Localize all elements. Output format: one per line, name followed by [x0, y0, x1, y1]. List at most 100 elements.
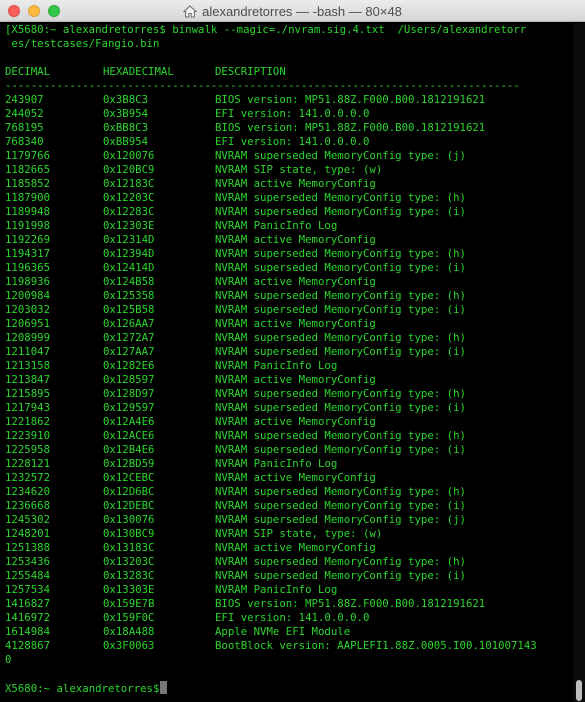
hex-cell: 0x159E7B	[103, 597, 155, 610]
decimal-cell: 1217943	[5, 401, 51, 414]
table-row: 4128867 0x3F0063 BootBlock version: AAPLEF…	[5, 639, 573, 653]
table-row: 1223910 0x12ACE6 NVRAM superseded MemoryCo…	[5, 429, 573, 443]
header-description: DESCRIPTION	[215, 65, 286, 78]
hex-cell: 0x124B58	[103, 275, 155, 288]
decimal-cell: 1192269	[5, 233, 51, 246]
table-row: 1187900 0x12203C NVRAM superseded MemoryCo…	[5, 191, 573, 205]
decimal-cell: 1248201	[5, 527, 51, 540]
hex-cell: 0x12A4E6	[103, 415, 155, 428]
hex-cell: 0x12394D	[103, 247, 155, 260]
table-row: 1213847 0x128597 NVRAM active MemoryConfig	[5, 373, 573, 387]
hex-cell: 0x126AA7	[103, 317, 155, 330]
decimal-cell: 1194317	[5, 247, 51, 260]
table-row: 1182665 0x120BC9 NVRAM SIP state, type: (w…	[5, 163, 573, 177]
description-cell: NVRAM superseded MemoryConfig type: (j)	[215, 513, 466, 526]
table-row: 768340 0xBB954 EFI version: 141.0.0.0.0	[5, 135, 573, 149]
description-cell: NVRAM superseded MemoryConfig type: (h)	[215, 429, 466, 442]
table-row: 1213158 0x1282E6 NVRAM PanicInfo Log	[5, 359, 573, 373]
description-cell: BIOS version: MP51.88Z.F000.B00.18121916…	[215, 93, 486, 106]
description-cell: NVRAM superseded MemoryConfig type: (i)	[215, 303, 466, 316]
table-row: 1221862 0x12A4E6 NVRAM active MemoryConfig	[5, 415, 573, 429]
hex-cell: 0x13183C	[103, 541, 155, 554]
table-row: 1196365 0x12414D NVRAM superseded MemoryCo…	[5, 261, 573, 275]
hex-cell: 0x3B954	[103, 107, 149, 120]
table-row: 1416972 0x159F0C EFI version: 141.0.0.0.0	[5, 611, 573, 625]
description-cell: EFI version: 141.0.0.0.0	[215, 611, 370, 624]
hex-cell: 0x12203C	[103, 191, 155, 204]
description-cell: NVRAM superseded MemoryConfig type: (h)	[215, 331, 466, 344]
decimal-cell: 1200984	[5, 289, 51, 302]
window-title-area: alexandretorres — -bash — 80×48	[0, 0, 585, 22]
decimal-cell: 1191998	[5, 219, 51, 232]
table-row: 1217943 0x129597 NVRAM superseded MemoryCo…	[5, 401, 573, 415]
hex-cell: 0x3F0063	[103, 639, 155, 652]
vertical-scrollbar[interactable]	[573, 23, 585, 702]
hex-cell: 0x13303E	[103, 583, 155, 596]
decimal-cell: 1211047	[5, 345, 51, 358]
decimal-cell: 1198936	[5, 275, 51, 288]
table-row: 1234620 0x12D6BC NVRAM superseded MemoryCo…	[5, 485, 573, 499]
description-cell: NVRAM superseded MemoryConfig type: (h)	[215, 555, 466, 568]
table-row: 243907 0x3B8C3 BIOS version: MP51.88Z.F000…	[5, 93, 573, 107]
decimal-cell: 4128867	[5, 639, 51, 652]
decimal-cell: 1236668	[5, 499, 51, 512]
hex-cell: 0x125358	[103, 289, 155, 302]
table-row: 1253436 0x13203C NVRAM superseded MemoryCo…	[5, 555, 573, 569]
table-row: 1179766 0x120076 NVRAM superseded MemoryCo…	[5, 149, 573, 163]
decimal-cell: 1234620	[5, 485, 51, 498]
decimal-cell: 1221862	[5, 415, 51, 428]
table-header: DECIMAL HEXADECIMAL DESCRIPTION	[5, 65, 573, 79]
hex-cell: 0x128597	[103, 373, 155, 386]
decimal-cell: 1196365	[5, 261, 51, 274]
table-row: 1191998 0x12303E NVRAM PanicInfo Log	[5, 219, 573, 233]
table-row: 1192269 0x12314D NVRAM active MemoryConfig	[5, 233, 573, 247]
result-rows: 243907 0x3B8C3 BIOS version: MP51.88Z.F000…	[5, 93, 573, 653]
hex-cell: 0x120BC9	[103, 163, 155, 176]
decimal-cell: 244052	[5, 107, 44, 120]
table-row: 1200984 0x125358 NVRAM superseded MemoryCo…	[5, 289, 573, 303]
description-cell: NVRAM superseded MemoryConfig type: (h)	[215, 191, 466, 204]
description-cell: BIOS version: MP51.88Z.F000.B00.18121916…	[215, 597, 486, 610]
hex-cell: 0xBB954	[103, 135, 149, 148]
table-row: 768195 0xBB8C3 BIOS version: MP51.88Z.F000…	[5, 121, 573, 135]
command-line-1: [X5680:~ alexandretorres$ binwalk --magi…	[5, 23, 527, 36]
description-cell: NVRAM superseded MemoryConfig type: (h)	[215, 289, 466, 302]
hex-cell: 0x1272A7	[103, 331, 155, 344]
table-row: 1208999 0x1272A7 NVRAM superseded MemoryCo…	[5, 331, 573, 345]
decimal-cell: 1185852	[5, 177, 51, 190]
decimal-cell: 1253436	[5, 555, 51, 568]
decimal-cell: 1213847	[5, 373, 51, 386]
decimal-cell: 768340	[5, 135, 44, 148]
decimal-cell: 1228121	[5, 457, 51, 470]
table-row: 1228121 0x12BD59 NVRAM PanicInfo Log	[5, 457, 573, 471]
decimal-cell: 1182665	[5, 163, 51, 176]
table-row: 1203032 0x125B58 NVRAM superseded MemoryCo…	[5, 303, 573, 317]
hex-cell: 0x12ACE6	[103, 429, 155, 442]
decimal-cell: 1223910	[5, 429, 51, 442]
hex-cell: 0x127AA7	[103, 345, 155, 358]
terminal-output[interactable]: [X5680:~ alexandretorres$ binwalk --magi…	[0, 23, 573, 702]
description-cell: NVRAM PanicInfo Log	[215, 359, 338, 372]
description-cell: BootBlock version: AAPLEFI1.88Z.0005.I00…	[215, 639, 537, 652]
table-row: 1211047 0x127AA7 NVRAM superseded MemoryCo…	[5, 345, 573, 359]
hex-cell: 0x13283C	[103, 569, 155, 582]
table-row: 1251388 0x13183C NVRAM active MemoryConfig	[5, 541, 573, 555]
description-cell: NVRAM superseded MemoryConfig type: (i)	[215, 345, 466, 358]
window-title: alexandretorres — -bash — 80×48	[202, 3, 402, 19]
wrapped-line: 0	[5, 653, 12, 666]
hex-cell: 0x12D6BC	[103, 485, 155, 498]
hex-cell: 0x18A488	[103, 625, 155, 638]
table-row: 1215895 0x128D97 NVRAM superseded MemoryCo…	[5, 387, 573, 401]
decimal-cell: 1232572	[5, 471, 51, 484]
description-cell: NVRAM PanicInfo Log	[215, 457, 338, 470]
description-cell: NVRAM active MemoryConfig	[215, 373, 376, 386]
table-row: 1185852 0x12183C NVRAM active MemoryConfig	[5, 177, 573, 191]
scrollbar-thumb[interactable]	[576, 680, 582, 701]
title-bar: alexandretorres — -bash — 80×48	[0, 0, 585, 22]
table-row: 1206951 0x126AA7 NVRAM active MemoryConfig	[5, 317, 573, 331]
hex-cell: 0x1282E6	[103, 359, 155, 372]
table-row: 1257534 0x13303E NVRAM PanicInfo Log	[5, 583, 573, 597]
prompt-line: X5680:~ alexandretorres$	[5, 681, 573, 695]
